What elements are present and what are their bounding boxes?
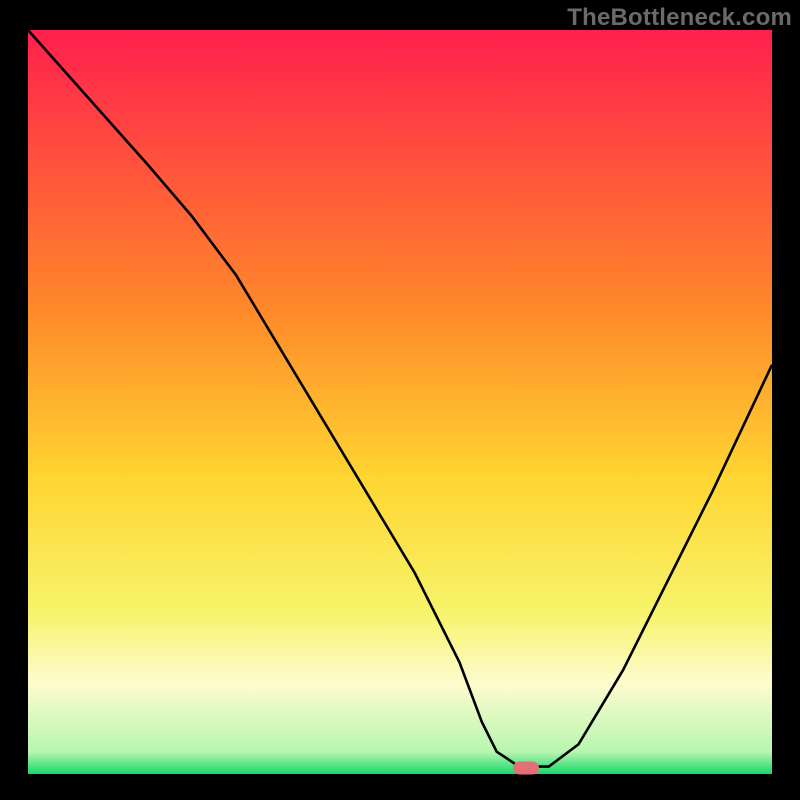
optimal-marker xyxy=(513,762,539,775)
chart-container: TheBottleneck.com xyxy=(0,0,800,800)
plot-area xyxy=(26,28,774,776)
background-gradient xyxy=(28,30,772,774)
